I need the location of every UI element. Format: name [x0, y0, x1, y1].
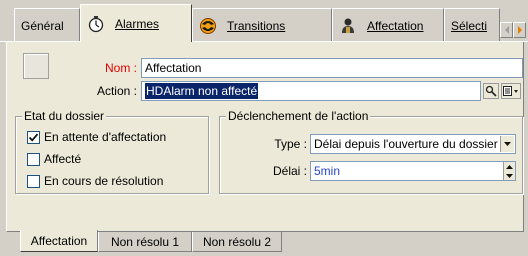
bottom-tab-label: Affectation	[30, 233, 88, 248]
transitions-icon	[199, 17, 217, 35]
checkbox-label: Affecté	[44, 152, 82, 166]
nom-input[interactable]: Affectation	[141, 58, 523, 78]
checkbox-label: En cours de résolution	[44, 174, 164, 188]
type-select-value: Délai depuis l'ouverture du dossier	[314, 137, 498, 151]
list-menu-button[interactable]	[501, 83, 521, 99]
nom-label: Nom :	[104, 61, 137, 75]
delai-spinner[interactable]: 5min	[310, 161, 516, 181]
magnifier-icon	[485, 85, 497, 97]
arrow-right-icon	[517, 26, 522, 34]
bottom-tab-non-resolu-1[interactable]: Non résolu 1	[98, 232, 192, 252]
tab-panel-alarmes: Nom : Affectation Action : HDAlarm non a…	[6, 42, 524, 232]
tab-selection-label: Sélecti	[451, 18, 488, 33]
tab-transitions-label: Transitions	[227, 18, 286, 33]
tab-alarmes-label: Alarmes	[115, 16, 160, 31]
bottom-tab-label: Non résolu 2	[202, 234, 272, 249]
checkbox-en-attente[interactable]: En attente d'affectation	[27, 130, 166, 144]
tab-scroll-right-button[interactable]	[513, 22, 526, 38]
tab-general-label: Général	[21, 18, 64, 33]
checkbox-en-cours[interactable]: En cours de résolution	[27, 174, 163, 188]
tab-affectation-label: Affectation	[367, 18, 424, 33]
checkbox-box[interactable]	[27, 152, 40, 166]
checkbox-affecte[interactable]: Affecté	[27, 152, 81, 166]
arrow-left-icon	[504, 26, 509, 34]
type-label: Type :	[274, 137, 307, 151]
action-input[interactable]: HDAlarm non affecté	[141, 81, 481, 101]
nom-input-value: Affectation	[145, 61, 202, 75]
bottom-tab-affectation[interactable]: Affectation	[20, 230, 98, 252]
action-input-value: HDAlarm non affecté	[145, 83, 259, 99]
bottom-tab-label: Non résolu 1	[110, 234, 180, 249]
tab-scroll-buttons	[500, 22, 526, 38]
list-dropdown-icon	[503, 86, 518, 96]
tab-general[interactable]: Général	[14, 8, 80, 42]
declenchement-group: Déclenchement de l'action	[219, 109, 523, 194]
spinner-down-icon[interactable]	[504, 171, 515, 180]
tab-scroll-left-button[interactable]	[500, 22, 513, 38]
checkbox-box[interactable]	[27, 130, 40, 144]
bottom-tab-non-resolu-2[interactable]: Non résolu 2	[192, 232, 282, 252]
user-icon	[339, 17, 357, 35]
checkbox-label: En attente d'affectation	[44, 130, 167, 144]
spinner-arrows[interactable]	[503, 162, 515, 180]
image-placeholder[interactable]	[23, 53, 49, 79]
checkmark-icon	[28, 133, 39, 142]
type-select[interactable]: Délai depuis l'ouverture du dossier	[310, 134, 516, 154]
spinner-up-icon[interactable]	[504, 162, 515, 171]
delai-spinner-value: 5min	[314, 164, 341, 178]
chevron-down-icon[interactable]	[500, 136, 514, 152]
etat-dossier-title: Etat du dossier	[22, 109, 107, 123]
declenchement-title: Déclenchement de l'action	[226, 109, 371, 123]
tab-affectation[interactable]: Affectation	[332, 8, 444, 42]
zoom-button[interactable]	[483, 83, 499, 99]
checkbox-box[interactable]	[27, 174, 40, 188]
action-label: Action :	[96, 84, 137, 98]
delai-label: Délai :	[272, 164, 307, 178]
tab-transitions[interactable]: Transitions	[192, 8, 332, 42]
stopwatch-icon	[87, 15, 105, 33]
tab-strip: Général Alarmes Transitions Affectation …	[0, 0, 528, 42]
tab-selection[interactable]: Sélecti	[444, 8, 500, 42]
tab-alarmes[interactable]: Alarmes	[80, 4, 192, 42]
